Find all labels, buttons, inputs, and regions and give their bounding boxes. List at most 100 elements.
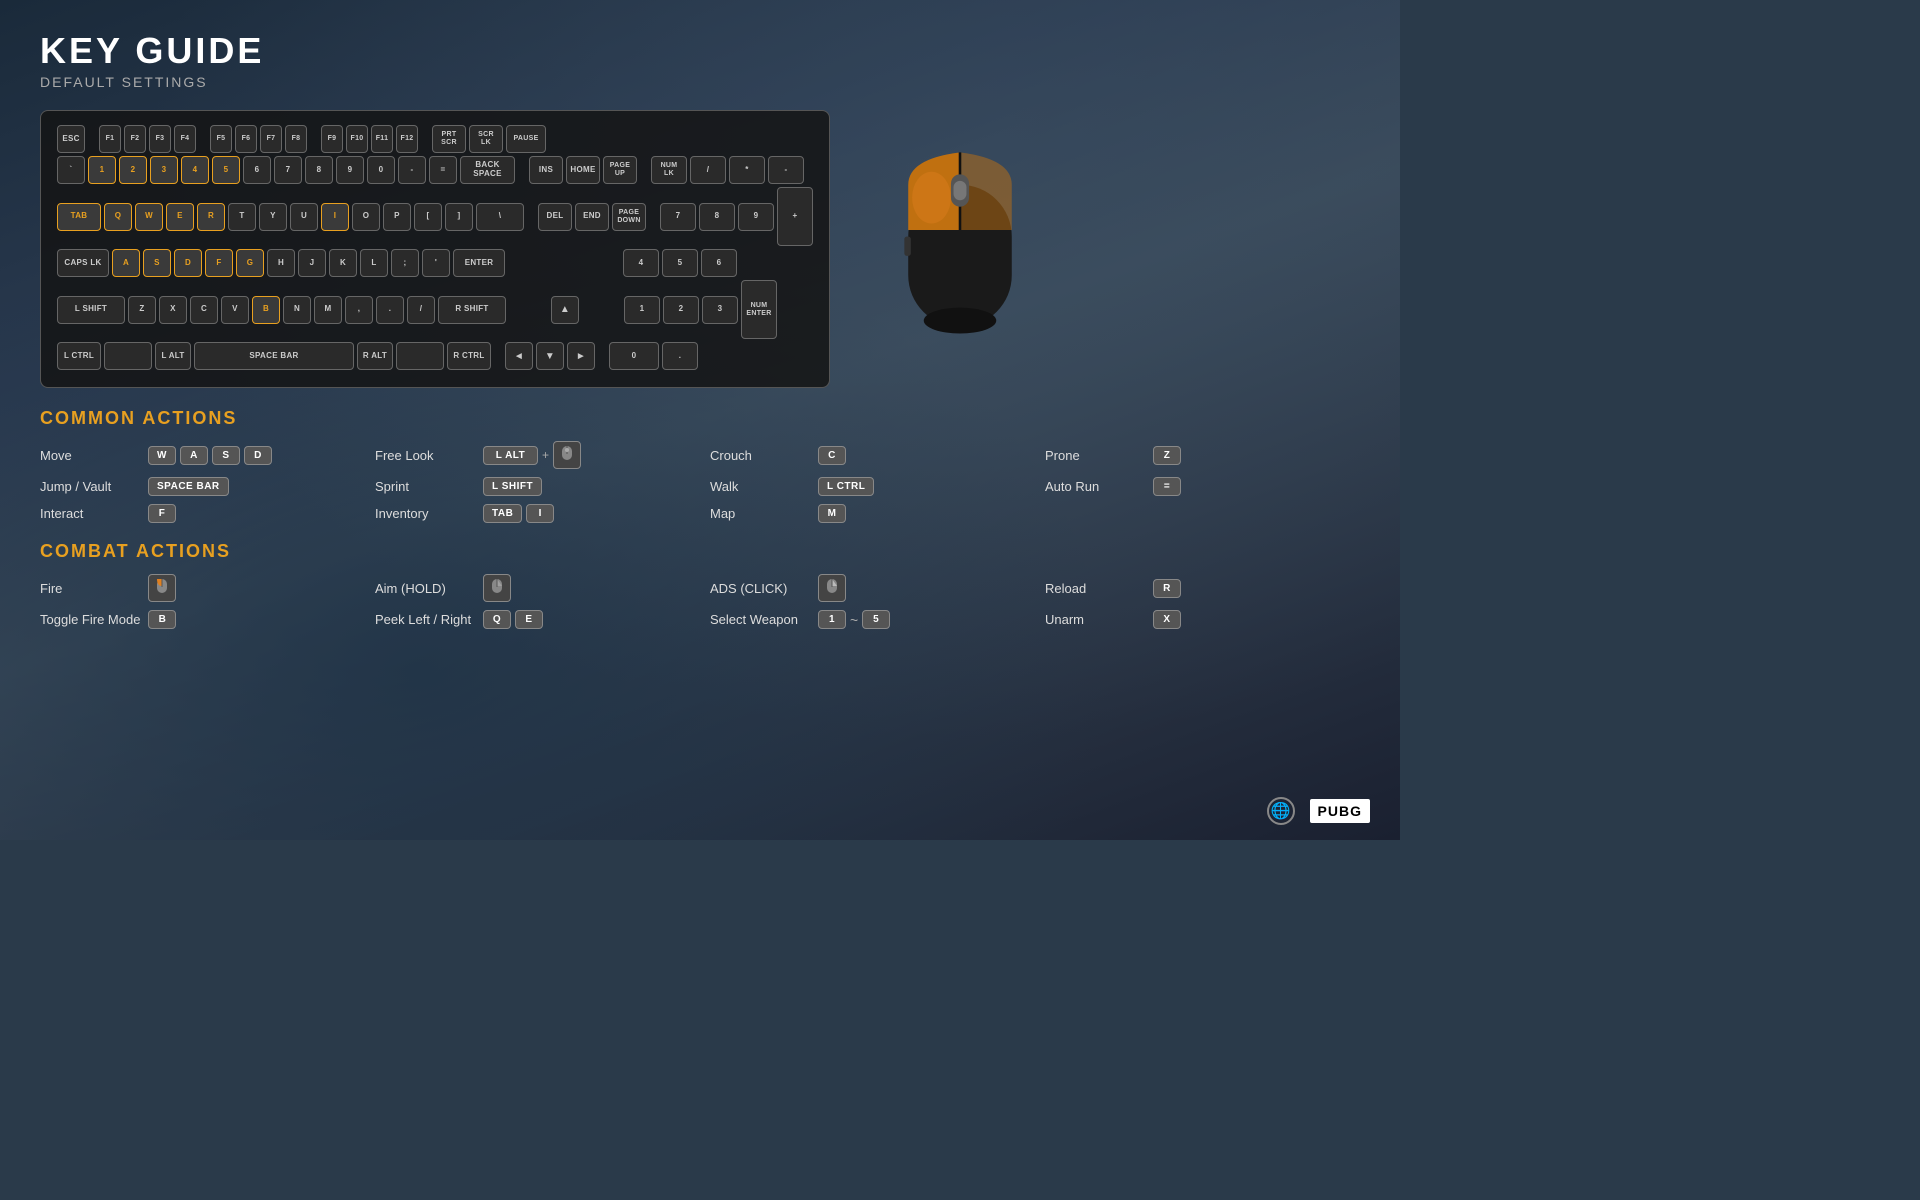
key-numstar: * [729,156,765,184]
key-prtscr: PRTSCR [432,125,466,153]
key-f6: F6 [235,125,257,153]
key-slash: / [407,296,435,324]
key-f1: F1 [99,125,121,153]
key-down: ▼ [536,342,564,370]
key-h: H [267,249,295,277]
action-ads-keys [818,574,846,602]
key-j: J [298,249,326,277]
action-move-label: Move [40,448,140,463]
page-subtitle: DEFAULT SETTINGS [40,74,1360,90]
key-badge-z: Z [1153,446,1181,465]
action-reload: Reload R [1045,574,1360,602]
key-lwin [104,342,152,370]
action-weapon-keys: 1 ~ 5 [818,610,890,629]
key-d: D [174,249,202,277]
action-move-keys: W A S D [148,446,272,465]
action-jump-keys: SPACE BAR [148,477,229,496]
key-pageup: PAGEUP [603,156,637,184]
kb-row-asdf: CAPS LK A S D F G H J K L ; ' ENTER 4 5 [57,249,813,277]
key-badge-spacebar: SPACE BAR [148,477,229,496]
key-m: M [314,296,342,324]
key-badge-lalt: L ALT [483,446,538,465]
key-comma: , [345,296,373,324]
key-left: ◄ [505,342,533,370]
page-title: KEY GUIDE [40,30,1360,72]
action-ads: ADS (CLICK) [710,574,1025,602]
key-numlk: NUMLK [651,156,687,184]
key-i: I [321,203,349,231]
kb-row-num: ` 1 2 3 4 5 6 7 8 9 0 - = BACKSPACE INS … [57,156,813,184]
key-pgdn: PAGEDOWN [612,203,646,231]
action-map-keys: M [818,504,846,523]
key-num4: 4 [623,249,659,277]
key-badge-lshift: L SHIFT [483,477,542,496]
key-badge-5: 5 [862,610,890,629]
key-num6: 6 [701,249,737,277]
keyboard-diagram: ESC F1 F2 F3 F4 F5 F6 F7 F8 F9 F10 F11 F… [40,110,830,388]
key-period: . [376,296,404,324]
action-aim-keys [483,574,511,602]
key-lalt: L ALT [155,342,191,370]
key-spacer5 [518,156,526,184]
key-semicolon: ; [391,249,419,277]
key-rctrl: R CTRL [447,342,491,370]
key-x: X [159,296,187,324]
plus-sign: + [542,448,549,462]
combat-actions-title: COMBAT ACTIONS [40,541,1360,562]
key-rshift: R SHIFT [438,296,506,324]
action-inventory-keys: TAB I [483,504,554,523]
key-backslash: \ [476,203,524,231]
key-spacer [88,125,96,153]
key-spacer7 [527,203,535,231]
key-spacer3 [310,125,318,153]
key-backspace: BACKSPACE [460,156,515,184]
pubg-logo: PUBG [1310,799,1370,823]
action-autorun: Auto Run = [1045,477,1360,496]
action-interact: Interact F [40,504,355,523]
key-badge-1: 1 [818,610,846,629]
key-num8: 8 [699,203,735,231]
action-firemode-keys: B [148,610,176,629]
action-autorun-label: Auto Run [1045,479,1145,494]
action-jump: Jump / Vault SPACE BAR [40,477,355,496]
action-aim: Aim (HOLD) [375,574,690,602]
action-reload-label: Reload [1045,581,1145,596]
action-crouch-label: Crouch [710,448,810,463]
tilde-sign: ~ [850,612,858,628]
key-numenter: NUMENTER [741,280,777,339]
key-n: N [283,296,311,324]
action-fire: Fire [40,574,355,602]
key-l: L [360,249,388,277]
action-weapon: Select Weapon 1 ~ 5 [710,610,1025,629]
key-a: A [112,249,140,277]
action-prone-keys: Z [1153,446,1181,465]
key-badge-tab: TAB [483,504,522,523]
key-badge-mouse-right2 [818,574,846,602]
key-quote: ' [422,249,450,277]
key-spacer8 [649,203,657,231]
key-badge-q: Q [483,610,511,629]
key-f: F [205,249,233,277]
key-spacer14 [598,342,606,370]
action-peek-label: Peek Left / Right [375,612,475,627]
key-badge-e: E [515,610,543,629]
key-badge-mouse-right [483,574,511,602]
key-f9: F9 [321,125,343,153]
action-autorun-keys: = [1153,477,1181,496]
action-sprint-label: Sprint [375,479,475,494]
key-ins: INS [529,156,563,184]
key-num9: 9 [738,203,774,231]
key-spacer6 [640,156,648,184]
key-enter: ENTER [453,249,505,277]
key-right: ► [567,342,595,370]
action-freelook-keys: L ALT + [483,441,581,469]
key-badge-equals: = [1153,477,1181,496]
key-badge-d: D [244,446,272,465]
key-spacer4 [421,125,429,153]
key-e: E [166,203,194,231]
key-num7: 7 [660,203,696,231]
action-map-label: Map [710,506,810,521]
action-unarm-label: Unarm [1045,612,1145,627]
action-sprint-keys: L SHIFT [483,477,542,496]
key-lctrl: L CTRL [57,342,101,370]
